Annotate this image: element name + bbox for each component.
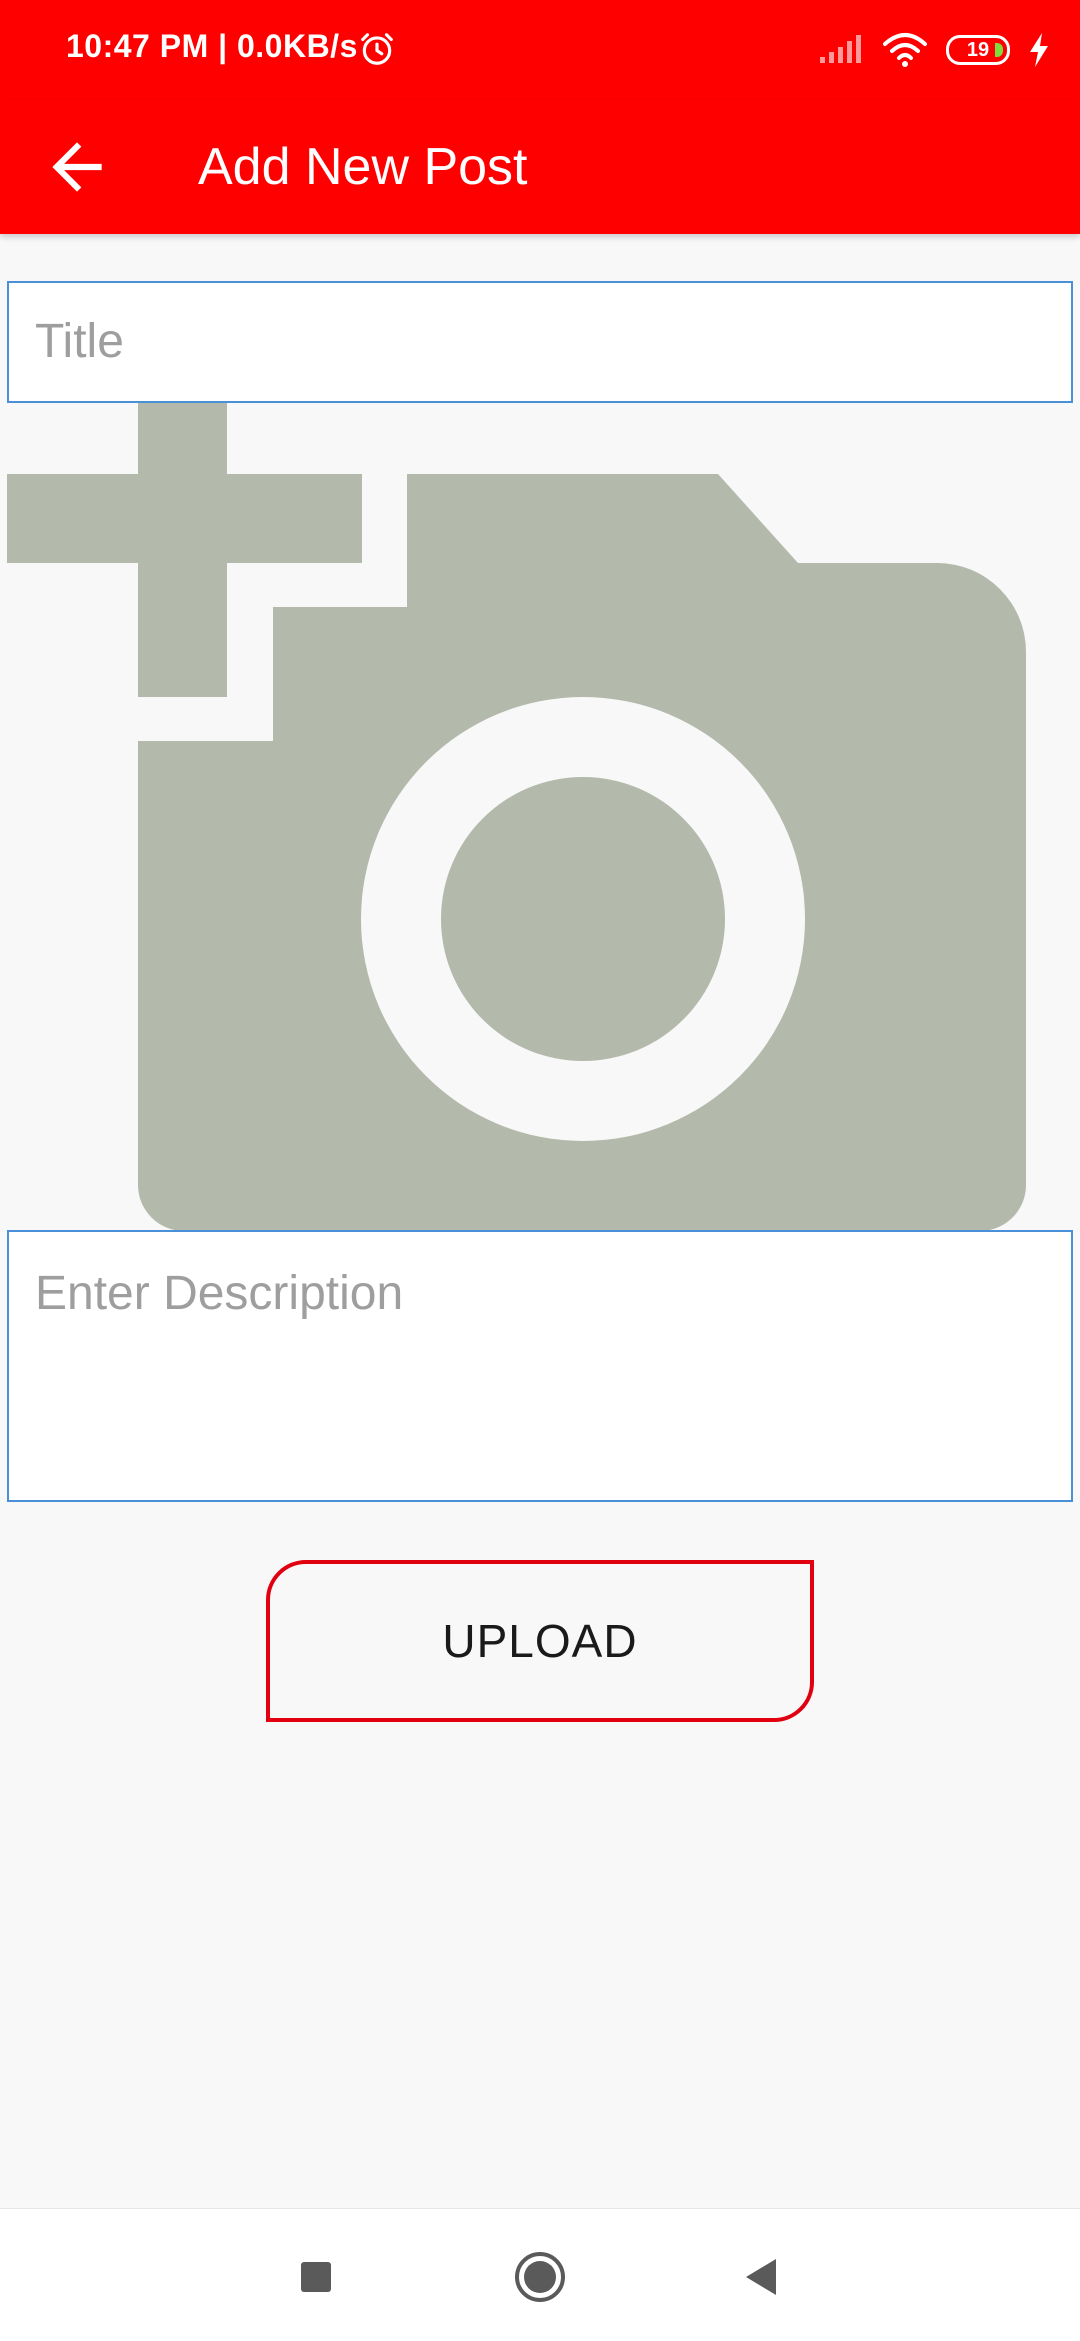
home-circle-icon[interactable] xyxy=(510,2247,570,2307)
page-title: Add New Post xyxy=(198,138,528,196)
alarm-icon xyxy=(361,33,393,65)
description-input[interactable]: Enter Description xyxy=(7,1230,1073,1502)
description-placeholder: Enter Description xyxy=(35,1267,404,1320)
app-bar: Add New Post xyxy=(0,100,1080,234)
battery-level: 19 xyxy=(966,38,990,61)
upload-button[interactable]: UPLOAD xyxy=(266,1560,814,1722)
status-time: 10:47 PM | 0.0KB/s xyxy=(66,28,358,64)
battery-icon: 19 xyxy=(946,35,1010,65)
title-input[interactable]: Title xyxy=(7,281,1073,403)
title-placeholder: Title xyxy=(35,315,124,368)
signal-icon xyxy=(820,35,861,63)
upload-label: UPLOAD xyxy=(442,1615,638,1667)
wifi-icon xyxy=(883,33,927,67)
status-icons: 19 xyxy=(818,26,1050,74)
status-bar: 10:47 PM | 0.0KB/s 19 xyxy=(0,0,1080,100)
back-triangle-icon[interactable] xyxy=(732,2247,792,2307)
recents-square-icon[interactable] xyxy=(286,2247,346,2307)
add-photo-icon[interactable] xyxy=(7,403,1073,1231)
arrow-back-icon[interactable] xyxy=(40,130,114,204)
charging-icon xyxy=(1030,33,1048,67)
nav-bar xyxy=(0,2208,1080,2341)
